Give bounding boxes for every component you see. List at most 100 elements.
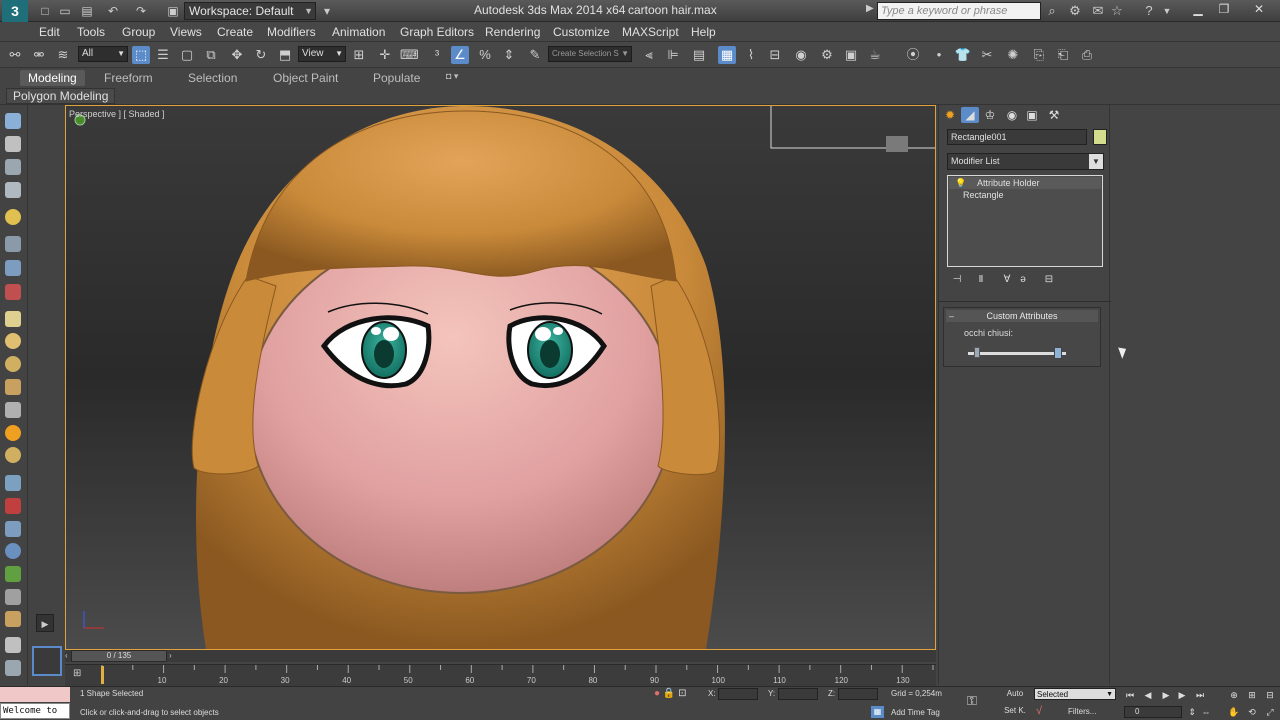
rollout-header[interactable]: – Custom Attributes [946, 310, 1098, 322]
edit-named-selection-icon[interactable]: ✎ [526, 46, 544, 64]
add-time-tag-icon[interactable]: ▦ [871, 706, 884, 718]
sphere-gray-icon[interactable] [5, 637, 21, 653]
reference-coordinate-dropdown[interactable]: View ▼ [298, 46, 346, 62]
absolute-mode-icon[interactable]: ⊡ [678, 688, 686, 699]
set-key-button[interactable]: Set K. [1000, 706, 1030, 718]
maximize-icon[interactable]: ❐ [1212, 1, 1236, 17]
orbit-icon[interactable]: ⟲ [1246, 706, 1258, 718]
menu-edit[interactable]: Edit [39, 25, 60, 39]
viewport-label[interactable]: Perspective ] [ Shaded ] [69, 109, 165, 119]
grid-icon[interactable] [5, 182, 21, 198]
bind-space-warp-icon[interactable]: ≋ [54, 46, 72, 64]
percent-snap-icon[interactable]: % [476, 46, 494, 64]
menu-graph-editors[interactable]: Graph Editors [400, 25, 474, 39]
help-dropdown-icon[interactable]: ▼ [1158, 3, 1176, 19]
menu-tools[interactable]: Tools [77, 25, 105, 39]
key-filter-curve-icon[interactable]: √ [1036, 705, 1042, 717]
remove-modifier-icon[interactable]: ə [1015, 273, 1031, 287]
render-iterative-icon[interactable]: ⦿ [904, 46, 922, 64]
pan-icon[interactable]: ✋ [1228, 706, 1240, 718]
globe-icon[interactable] [5, 543, 21, 559]
hair-tool-icon[interactable]: ✂ [978, 46, 996, 64]
hair-icon[interactable] [5, 611, 21, 627]
frame-spinner-icon[interactable]: ⇕ [1186, 706, 1198, 718]
quick-access-more-icon[interactable]: ▾ [318, 3, 336, 19]
add-time-tag[interactable]: Add Time Tag [891, 708, 940, 717]
mirror-icon[interactable]: ⫷ [640, 46, 658, 64]
object-color-swatch[interactable] [1093, 129, 1107, 145]
select-by-name-icon[interactable]: ☰ [154, 46, 172, 64]
layer-manager-icon[interactable]: ▤ [690, 46, 708, 64]
maxscript-mini-listener-top[interactable] [0, 687, 70, 702]
subscription-icon[interactable]: ⚙ [1066, 3, 1084, 19]
next-key-icon[interactable]: ▶ [1176, 689, 1188, 701]
curve-editor-icon[interactable]: ⌇ [742, 46, 760, 64]
workspace-dropdown[interactable]: Workspace: Default ▼ [184, 2, 316, 20]
modify-tab-icon[interactable]: ◢ [961, 107, 979, 123]
pivot-center-icon[interactable]: ⊞ [350, 46, 368, 64]
app-logo-icon[interactable]: 3 [2, 0, 28, 22]
menu-animation[interactable]: Animation [332, 25, 385, 39]
object-name-field[interactable]: Rectangle001 [947, 129, 1087, 145]
geosphere-icon[interactable] [5, 356, 21, 372]
scale-icon[interactable]: ⬒ [276, 46, 294, 64]
menu-create[interactable]: Create [217, 25, 253, 39]
play-icon[interactable]: ▶ [1160, 689, 1172, 701]
stack-item-rectangle[interactable]: Rectangle [949, 189, 1101, 201]
utilities-tab-icon[interactable]: ⚒ [1045, 107, 1063, 123]
save-file-icon[interactable]: ▤ [78, 3, 96, 19]
helper-icon[interactable] [5, 260, 21, 276]
configure-sets-icon[interactable]: ⊟ [1041, 273, 1057, 287]
goto-start-icon[interactable]: ⏮ [1124, 689, 1136, 701]
align-icon[interactable]: ⊫ [664, 46, 682, 64]
auto-key-button[interactable]: Auto [1002, 689, 1028, 701]
tab-freeform[interactable]: Freeform [104, 71, 153, 85]
maxscript-listener-icon[interactable]: ⎗ [1054, 46, 1072, 64]
particle-icon[interactable]: ✺ [1004, 46, 1022, 64]
open-file-icon[interactable]: ▭ [56, 3, 74, 19]
show-end-result-icon[interactable]: Ⅱ [973, 273, 989, 287]
sphere-icon[interactable] [5, 333, 21, 349]
prev-key-icon[interactable]: ◀ [1142, 689, 1154, 701]
material-editor-icon[interactable]: ◉ [792, 46, 810, 64]
menu-maxscript[interactable]: MAXScript [622, 25, 679, 39]
zoom-icon[interactable]: ⊕ [1228, 689, 1240, 701]
key-filters-button[interactable]: Filters... [1068, 707, 1096, 716]
menu-rendering[interactable]: Rendering [485, 25, 540, 39]
motion-tab-icon[interactable]: ◉ [1003, 107, 1021, 123]
biped-icon[interactable] [5, 521, 21, 537]
camera-icon[interactable] [5, 236, 21, 252]
cone-icon[interactable] [5, 402, 21, 418]
favorites-icon[interactable]: ☆ [1108, 3, 1126, 19]
zoom-all-icon[interactable]: ⊞ [1246, 689, 1258, 701]
next-frame-icon[interactable]: › [169, 650, 179, 662]
occhi-chiusi-slider[interactable] [968, 352, 1066, 355]
lock-selection-icon[interactable]: 🔒 [663, 688, 675, 699]
schematic-view-icon[interactable]: ⊟ [766, 46, 784, 64]
polygon-modeling-panel[interactable]: Polygon Modeling [6, 88, 116, 104]
key-icon[interactable]: ⚿ [967, 693, 977, 709]
rendered-frame-window-icon[interactable]: ▣ [842, 46, 860, 64]
snaps-toggle-icon[interactable]: ³ [428, 46, 446, 64]
current-frame-field[interactable]: 0 [1124, 706, 1182, 718]
spinner-snap-icon[interactable]: ⇕ [500, 46, 518, 64]
bone-icon[interactable] [5, 498, 21, 514]
binoculars-icon[interactable]: ⌕ [1043, 3, 1061, 19]
rectangular-selection-icon[interactable]: ▢ [178, 46, 196, 64]
plane-icon[interactable] [5, 311, 21, 327]
angle-snap-icon[interactable]: ∠ [451, 46, 469, 64]
sun-icon[interactable] [5, 425, 21, 441]
render-setup-icon[interactable]: ⚙ [818, 46, 836, 64]
rotate-icon[interactable]: ↻ [252, 46, 270, 64]
time-slider[interactable]: ‹ 0 / 135 › [65, 650, 936, 662]
mini-viewport-thumb[interactable] [32, 646, 62, 676]
menu-views[interactable]: Views [170, 25, 202, 39]
goto-end-icon[interactable]: ⏭ [1194, 689, 1206, 701]
list-icon[interactable] [5, 660, 21, 676]
menu-help[interactable]: Help [691, 25, 716, 39]
select-manipulate-icon[interactable]: ✛ [376, 46, 394, 64]
teapot-icon[interactable] [5, 113, 21, 129]
bulb-icon[interactable]: 💡 [955, 177, 966, 189]
tab-object-paint[interactable]: Object Paint [273, 71, 338, 85]
window-crossing-icon[interactable]: ⧉ [202, 46, 220, 64]
